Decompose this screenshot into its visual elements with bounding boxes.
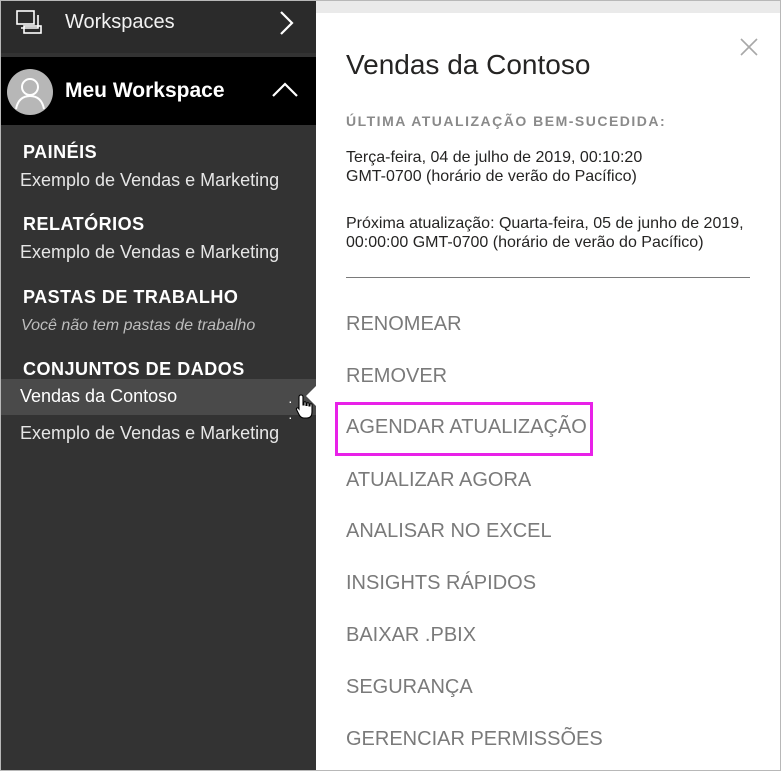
- panel-title: Vendas da Contoso: [346, 49, 591, 80]
- chevron-right-icon[interactable]: [277, 9, 297, 37]
- menu-download-pbix[interactable]: BAIXAR .PBIX: [346, 624, 476, 647]
- menu-analyze-in-excel[interactable]: ANALISAR NO EXCEL: [346, 520, 552, 543]
- section-title-reports: RELATÓRIOS: [23, 214, 145, 234]
- highlight-box: [335, 402, 593, 456]
- dataset-item-label: Vendas da Contoso: [20, 386, 178, 406]
- workspaces-icon: [16, 10, 42, 34]
- menu-security[interactable]: SEGURANÇA: [346, 676, 473, 699]
- app-window: Workspaces Meu Workspace PAINÉIS Exemplo…: [0, 0, 781, 771]
- section-title-workbooks: PASTAS DE TRABALHO: [23, 287, 239, 307]
- menu-quick-insights[interactable]: INSIGHTS RÁPIDOS: [346, 572, 536, 595]
- last-refresh-line1: Terça-feira, 04 de julho de 2019, 00:10:…: [346, 149, 643, 166]
- menu-manage-permissions[interactable]: GERENCIAR PERMISSÕES: [346, 728, 603, 751]
- menu-remove[interactable]: REMOVER: [346, 365, 447, 388]
- workspaces-nav[interactable]: Workspaces: [1, 1, 316, 53]
- report-item[interactable]: Exemplo de Vendas e Marketing: [20, 242, 279, 263]
- my-workspace-header[interactable]: Meu Workspace: [1, 57, 316, 125]
- last-refresh-label: ÚLTIMA ATUALIZAÇÃO BEM-SUCEDIDA:: [346, 113, 667, 129]
- hand-cursor-icon: [295, 394, 313, 419]
- dataset-item-selected[interactable]: Vendas da Contoso · · ·: [1, 379, 316, 425]
- workspaces-label: Workspaces: [65, 11, 175, 33]
- my-workspace-label: Meu Workspace: [65, 79, 225, 102]
- close-icon[interactable]: [739, 37, 759, 57]
- person-icon: [7, 69, 53, 115]
- menu-rename[interactable]: RENOMEAR: [346, 313, 462, 336]
- menu-refresh-now[interactable]: ATUALIZAR AGORA: [346, 469, 531, 492]
- sidebar: Workspaces Meu Workspace PAINÉIS Exemplo…: [1, 1, 316, 770]
- chevron-up-icon[interactable]: [271, 79, 299, 99]
- section-title-dashboards: PAINÉIS: [23, 142, 98, 162]
- dashboard-item[interactable]: Exemplo de Vendas e Marketing: [20, 170, 279, 191]
- last-refresh-line2: GMT-0700 (horário de verão do Pacífico): [346, 168, 637, 185]
- section-title-datasets: CONJUNTOS DE DADOS: [23, 359, 245, 379]
- next-refresh-line1: Próxima atualização: Quarta-feira, 05 de…: [346, 215, 744, 232]
- dataset-item[interactable]: Exemplo de Vendas e Marketing: [20, 423, 279, 444]
- workbooks-empty-text: Você não tem pastas de trabalho: [21, 317, 256, 334]
- divider: [346, 277, 750, 278]
- next-refresh-line2: 00:00:00 GMT-0700 (horário de verão do P…: [346, 234, 704, 251]
